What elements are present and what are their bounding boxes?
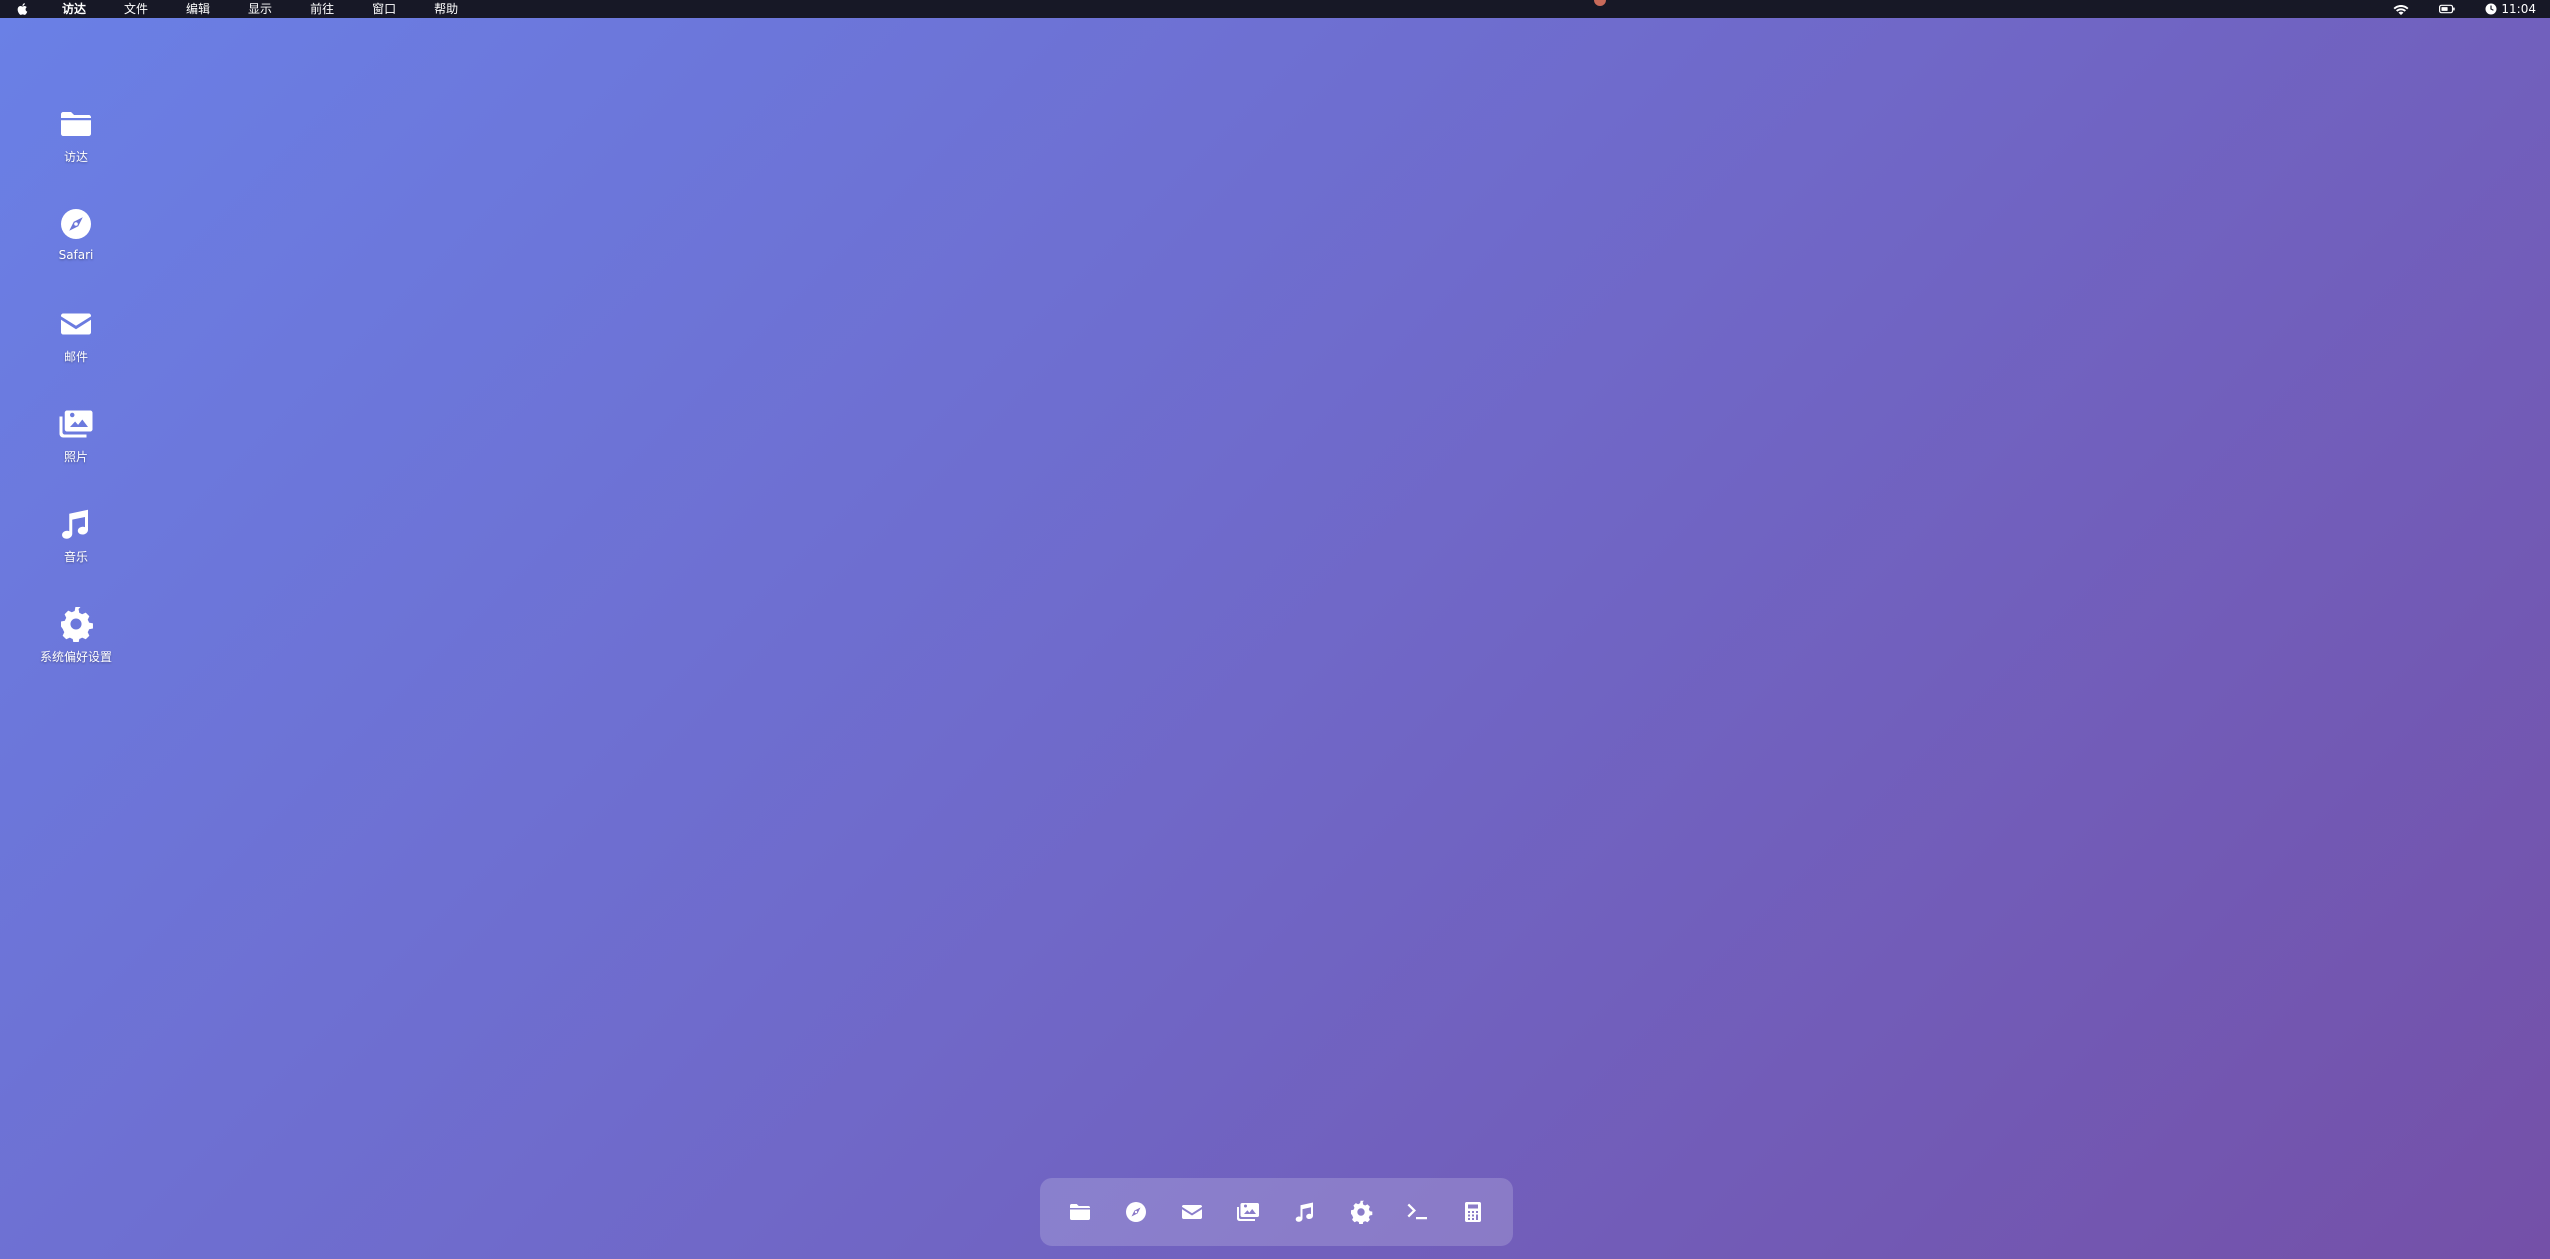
terminal-icon xyxy=(1407,1203,1427,1220)
dock-item-safari[interactable] xyxy=(1113,1189,1159,1235)
desktop-icon-label: 访达 xyxy=(63,150,88,164)
menu-item-window[interactable]: 窗口 xyxy=(372,0,396,18)
dock-item-calculator[interactable] xyxy=(1450,1189,1496,1235)
clock-time: 11:04 xyxy=(2501,2,2536,16)
desktop-icon-finder[interactable]: 访达 xyxy=(30,100,122,200)
dock-item-system-preferences[interactable] xyxy=(1338,1189,1384,1235)
calculator-icon xyxy=(1464,1202,1481,1222)
dock-item-music[interactable] xyxy=(1282,1189,1328,1235)
desktop-icon-label: 照片 xyxy=(63,450,88,464)
gear-icon xyxy=(1350,1200,1372,1224)
menu-item-view[interactable]: 显示 xyxy=(248,0,272,18)
menu-items: 访达 文件 编辑 显示 前往 窗口 帮助 xyxy=(62,0,496,18)
music-icon xyxy=(56,504,96,544)
wifi-icon xyxy=(2393,5,2409,15)
dock-item-mail[interactable] xyxy=(1169,1189,1215,1235)
battery-icon xyxy=(2439,4,2456,14)
folder-icon xyxy=(1070,1204,1091,1220)
dock-item-terminal[interactable] xyxy=(1394,1189,1440,1235)
clock[interactable]: 11:04 xyxy=(2485,2,2536,16)
mail-icon xyxy=(56,304,96,344)
photos-icon xyxy=(1237,1203,1260,1221)
battery-status-button[interactable] xyxy=(2439,4,2456,14)
menu-item-help[interactable]: 帮助 xyxy=(434,0,458,18)
desktop-icon-safari[interactable]: Safari xyxy=(30,200,122,300)
folder-icon xyxy=(56,104,96,144)
desktop-icon-mail[interactable]: 邮件 xyxy=(30,300,122,400)
desktop-icon-photos[interactable]: 照片 xyxy=(30,400,122,500)
clock-icon xyxy=(2485,3,2497,15)
gear-icon xyxy=(56,604,96,644)
desktop-icon-music[interactable]: 音乐 xyxy=(30,500,122,600)
apple-logo-icon xyxy=(17,3,28,15)
desktop-icon-label: 系统偏好设置 xyxy=(39,650,112,664)
apple-menu-button[interactable] xyxy=(14,0,32,18)
dock-item-photos[interactable] xyxy=(1225,1189,1271,1235)
music-icon xyxy=(1295,1202,1313,1222)
compass-icon xyxy=(1126,1202,1147,1222)
wifi-status-button[interactable] xyxy=(2393,3,2409,15)
status-area: 11:04 xyxy=(2393,0,2536,18)
dock xyxy=(1040,1178,1513,1246)
desktop-icon-label: Safari xyxy=(58,248,94,262)
menu-bar: 访达 文件 编辑 显示 前往 窗口 帮助 11:04 xyxy=(0,0,2550,18)
compass-icon xyxy=(56,204,96,244)
menu-item-edit[interactable]: 编辑 xyxy=(186,0,210,18)
menu-item-file[interactable]: 文件 xyxy=(124,0,148,18)
menu-item-finder[interactable]: 访达 xyxy=(62,0,86,18)
desktop-icon-system-preferences[interactable]: 系统偏好设置 xyxy=(30,600,122,700)
photos-icon xyxy=(56,404,96,444)
desktop-icon-label: 音乐 xyxy=(63,550,88,564)
dock-item-finder[interactable] xyxy=(1057,1189,1103,1235)
desktop-icons: 访达 Safari 邮件 照片 音乐 系统偏好设置 xyxy=(30,100,122,700)
menu-item-go[interactable]: 前往 xyxy=(310,0,334,18)
mail-icon xyxy=(1182,1205,1203,1219)
desktop-icon-label: 邮件 xyxy=(63,350,88,364)
